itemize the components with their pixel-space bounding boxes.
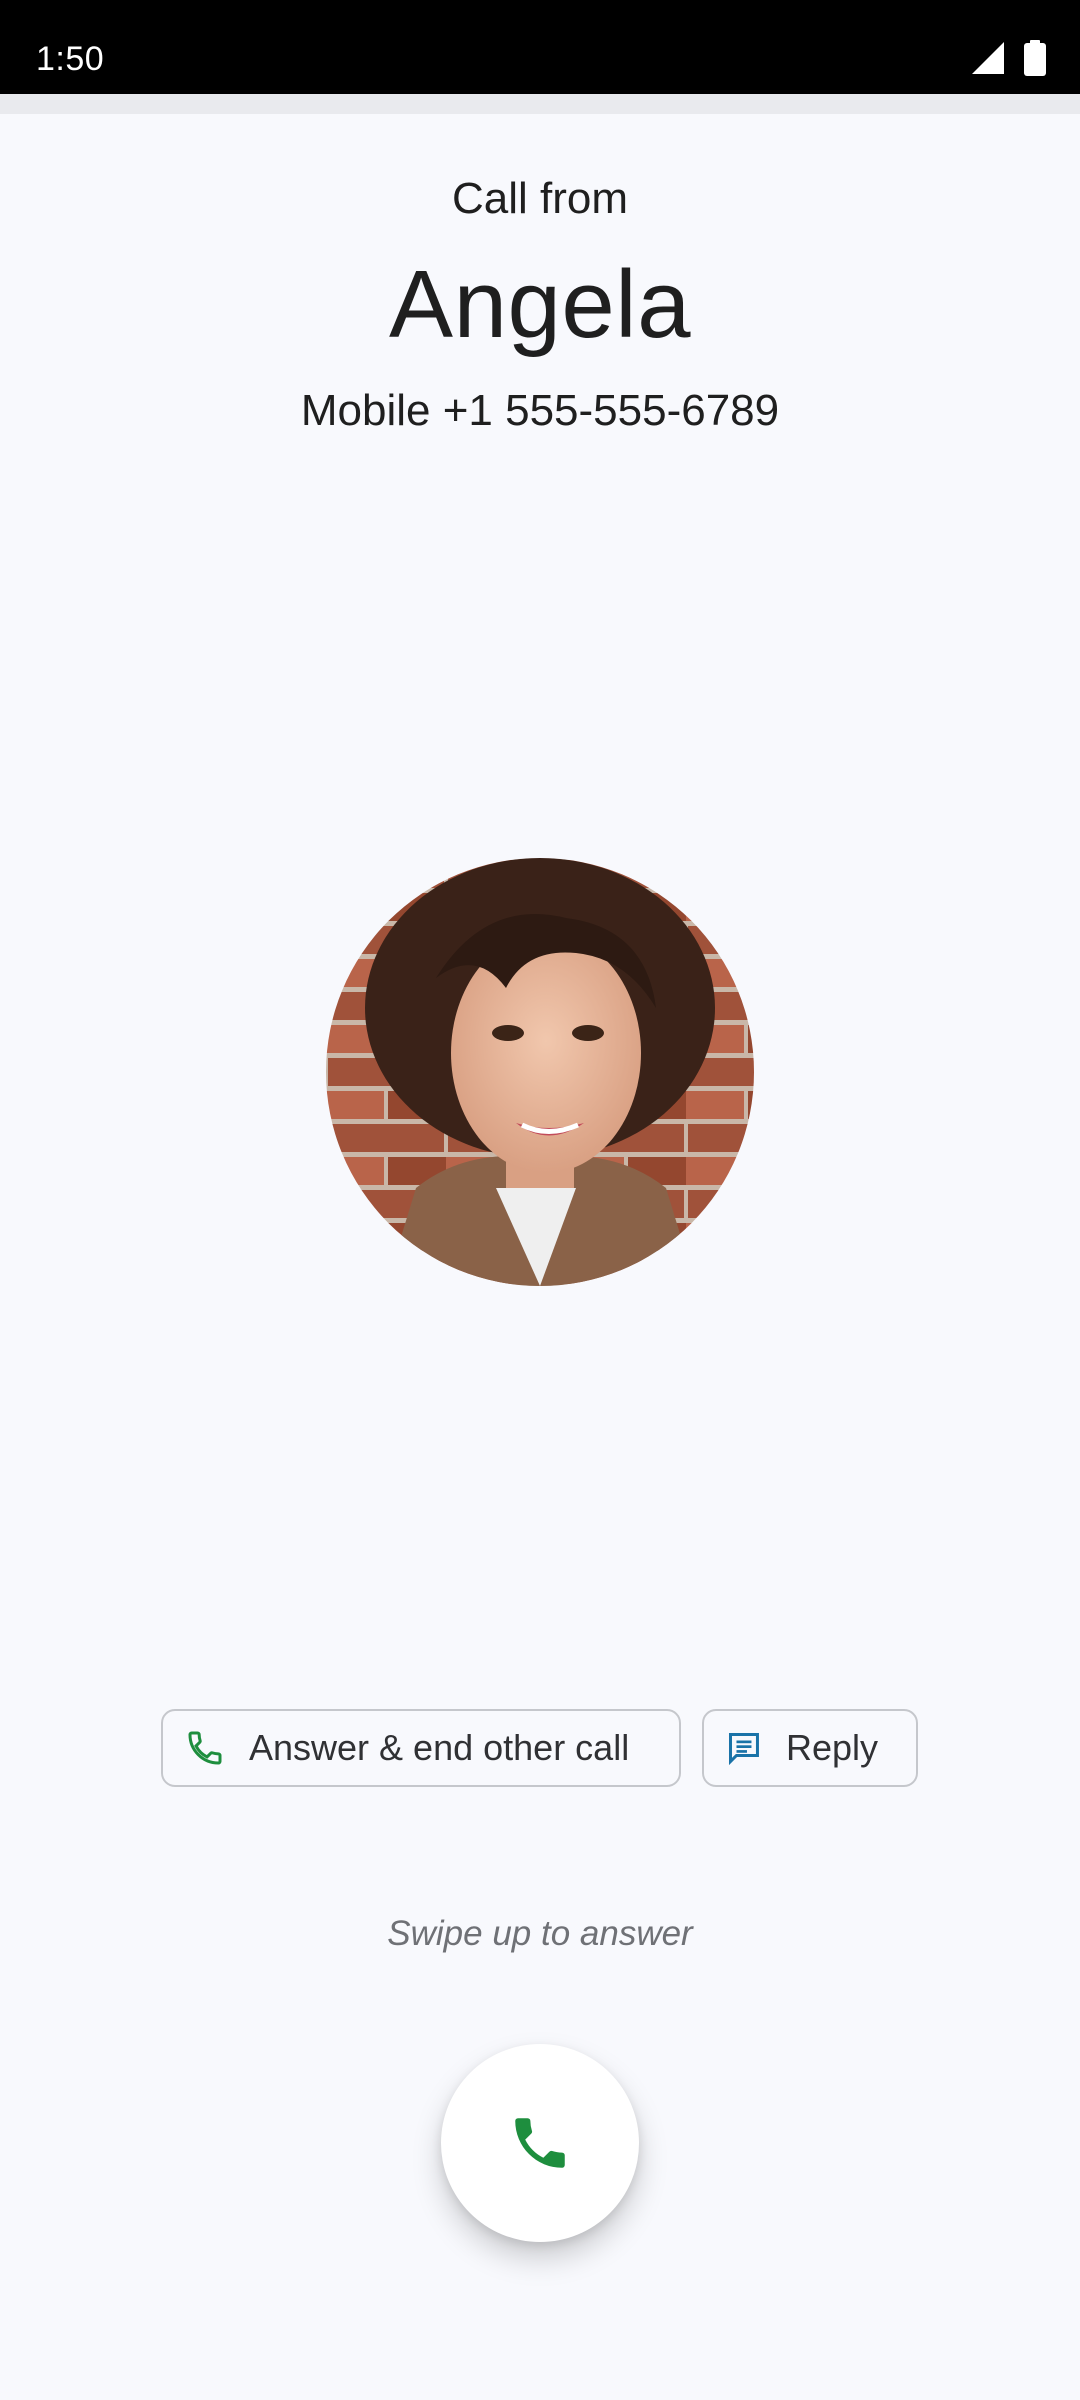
status-bar: 1:50 <box>0 0 1080 94</box>
answer-call-button[interactable] <box>441 2044 639 2242</box>
caller-name: Angela <box>389 251 691 358</box>
message-icon <box>728 1733 759 1766</box>
status-icons <box>970 40 1046 76</box>
call-from-label: Call from <box>451 174 629 223</box>
battery-icon <box>1024 40 1046 76</box>
phone-icon <box>515 2118 565 2168</box>
status-time: 1:50 <box>36 40 105 78</box>
contact-photo <box>326 858 754 1286</box>
call-actions: Answer & end other call Reply <box>161 1709 918 1787</box>
top-divider <box>0 94 1080 114</box>
caller-info: Call from Angela Mobile +1 555-555-6789 <box>0 114 1080 436</box>
swipe-hint: Swipe up to answer <box>387 1914 693 1953</box>
reply-label: Reply <box>785 1727 878 1768</box>
answer-end-other-call-button[interactable]: Answer & end other call <box>161 1709 681 1787</box>
caller-number: Mobile +1 555-555-6789 <box>300 386 780 435</box>
signal-icon <box>972 42 1004 74</box>
contact-avatar <box>326 858 754 1286</box>
answer-end-label: Answer & end other call <box>249 1727 630 1768</box>
reply-button[interactable]: Reply <box>702 1709 918 1787</box>
phone-icon <box>188 1731 222 1765</box>
